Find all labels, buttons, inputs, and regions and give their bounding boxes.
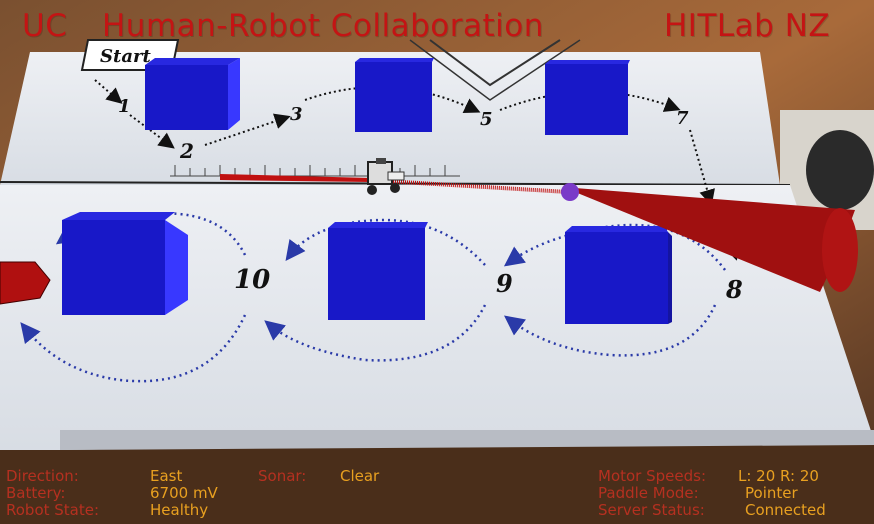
waypoint-10: 10 [234,265,270,295]
robot-state-label: Robot State: [6,501,100,519]
ar-scene: Start 1 2 3 5 7 8 9 10 [0,0,874,524]
cube-upper-3 [545,60,630,135]
server-status-label: Server Status: [598,501,705,519]
server-status-value: Connected [745,501,826,519]
title-center: Human-Robot Collaboration [102,8,544,44]
cube-lower-2 [328,222,428,320]
waypoint-1: 1 [118,96,131,117]
battery-value: 6700 mV [150,484,218,502]
title-bar: UC Human-Robot Collaboration HITLab NZ [0,8,874,48]
motor-speeds-value: L: 20 R: 20 [738,467,819,485]
cube-upper-2 [355,58,434,132]
motor-speeds-label: Motor Speeds: [598,467,707,485]
sonar-label: Sonar: [258,467,307,485]
paddle-mode-label: Paddle Mode: [598,484,699,502]
waypoint-5: 5 [480,109,493,130]
waypoint-8: 8 [725,275,743,304]
paddle-mode-value: Pointer [745,484,798,502]
robot-state-value: Healthy [150,501,209,519]
background-object [806,130,874,210]
cube-lower-1 [62,212,188,315]
sonar-value: Clear [340,467,380,485]
cube-upper-1 [145,58,240,130]
title-left: UC [22,8,68,44]
status-panel: Direction: East Battery: 6700 mV Robot S… [0,464,874,524]
waypoint-7: 7 [676,108,689,129]
waypoint-3: 3 [290,104,303,125]
cube-lower-3 [565,226,672,324]
waypoint-9: 9 [496,269,513,298]
title-right: HITLab NZ [664,8,831,44]
ar-view: Start 1 2 3 5 7 8 9 10 UC Human-Robot Co… [0,0,874,524]
pointer-target [561,183,579,201]
start-label: Start [100,46,151,67]
waypoint-2: 2 [179,139,194,163]
direction-value: East [150,467,183,485]
direction-label: Direction: [6,467,79,485]
battery-label: Battery: [6,484,66,502]
